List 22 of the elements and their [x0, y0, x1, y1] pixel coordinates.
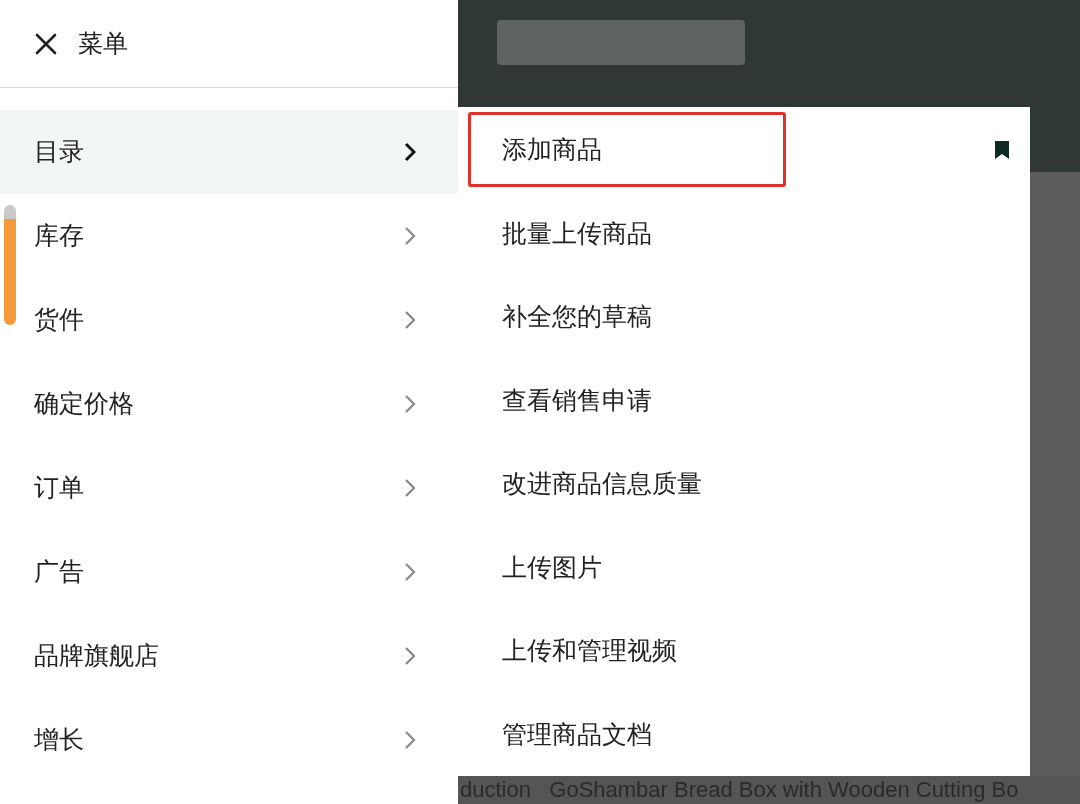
chevron-icon	[404, 562, 416, 582]
submenu-item[interactable]: 添加商品	[468, 112, 786, 188]
chevron-icon	[404, 226, 416, 246]
bookmark-icon[interactable]	[994, 139, 1010, 160]
menu-title: 菜单	[78, 27, 128, 59]
close-icon[interactable]	[34, 31, 58, 56]
submenu-item[interactable]: 批量上传商品	[468, 195, 652, 271]
chevron-icon	[404, 142, 416, 162]
submenu-item[interactable]: 补全您的草稿	[468, 279, 652, 355]
chevron-icon	[404, 646, 416, 666]
chevron-icon	[404, 478, 416, 498]
menu-item[interactable]: 目录	[0, 110, 458, 194]
chevron-icon	[404, 394, 416, 414]
submenu-item[interactable]: 管理商品文档	[468, 696, 652, 772]
submenu-item[interactable]: 查看销售申请	[468, 362, 652, 438]
chevron-icon	[404, 310, 416, 330]
submenu-item[interactable]: 上传图片	[468, 529, 602, 605]
chevron-icon	[404, 730, 416, 750]
search-field[interactable]	[497, 20, 745, 65]
scrollbar[interactable]	[4, 205, 16, 325]
submenu-item[interactable]: 上传和管理视频	[468, 613, 677, 689]
submenu-item[interactable]: 改进商品信息质量	[468, 446, 702, 522]
